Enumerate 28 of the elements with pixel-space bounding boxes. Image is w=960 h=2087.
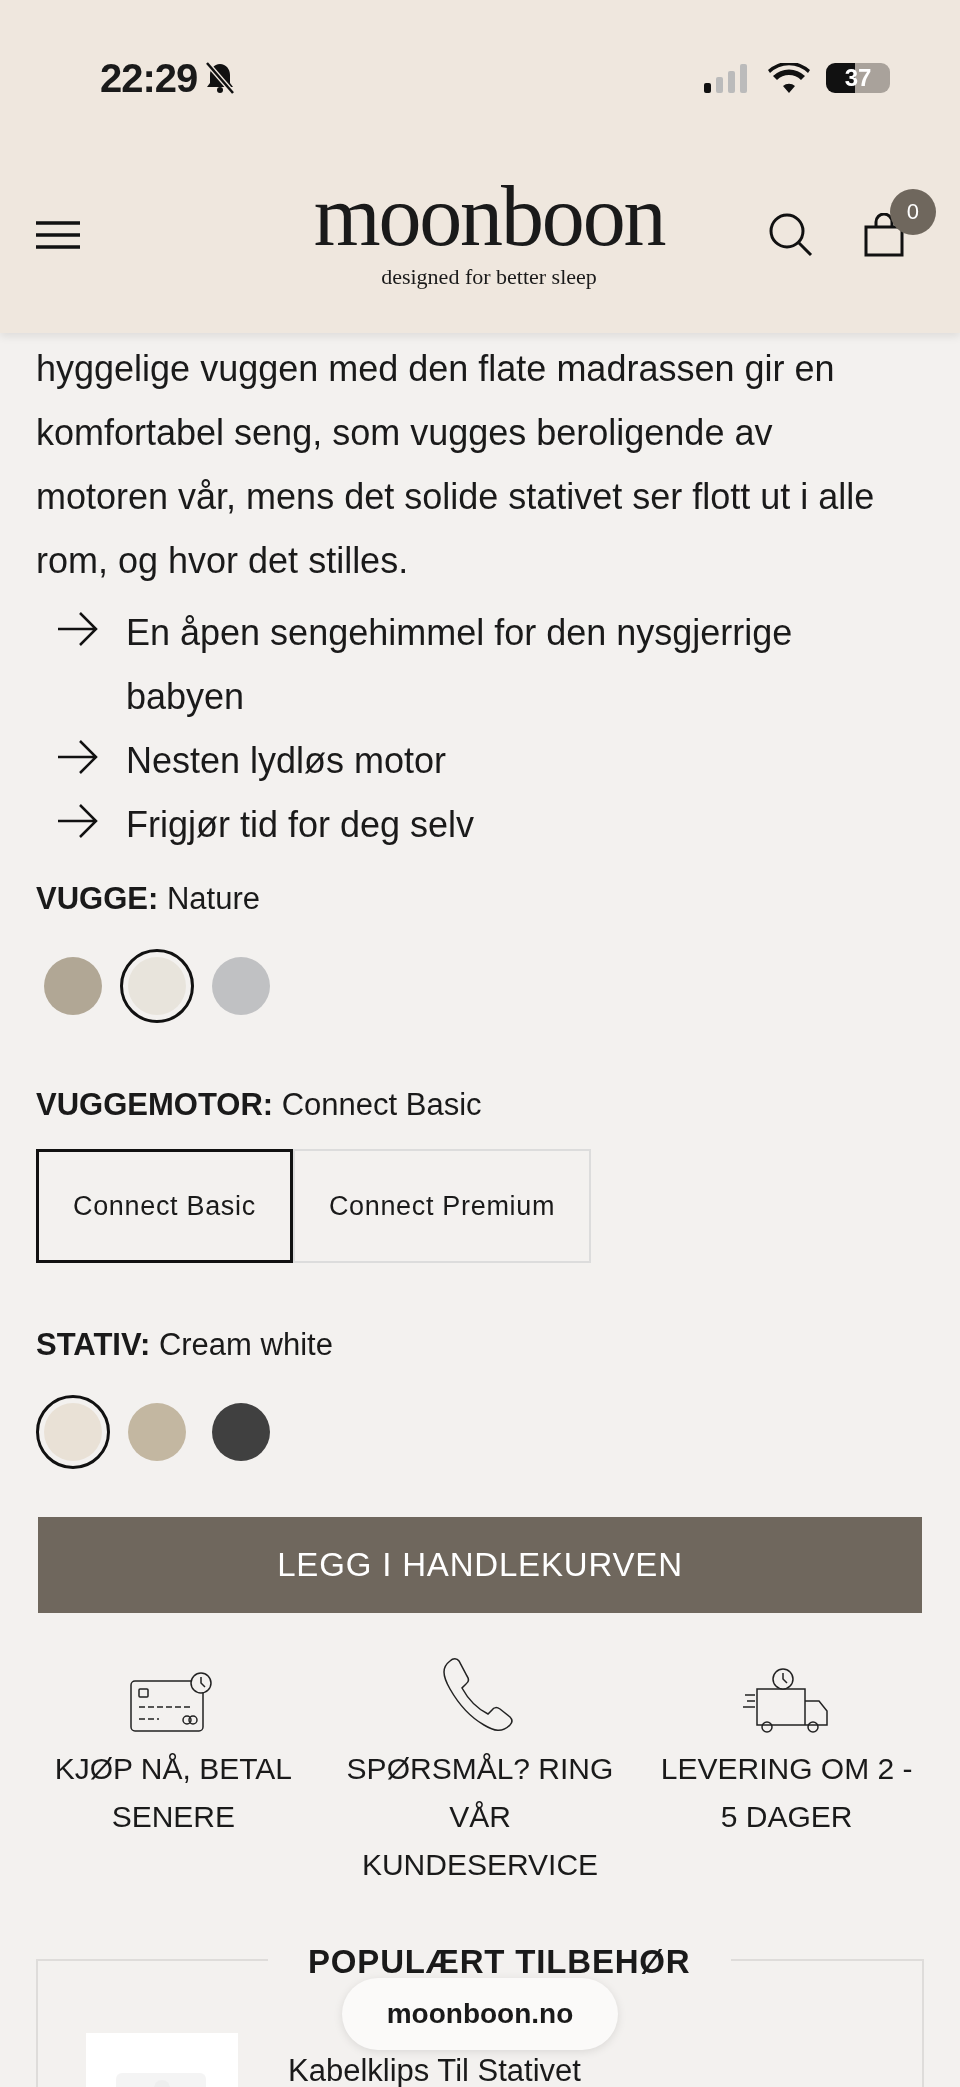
motor-option-button[interactable]: Connect Basic <box>36 1149 293 1263</box>
option-label: VUGGEMOTOR: Connect Basic <box>36 1086 483 1124</box>
search-icon[interactable] <box>768 211 814 258</box>
add-to-cart-button[interactable]: LEGG I HANDLEKURVEN <box>38 1517 922 1613</box>
description-text: komfortabel seng, som vugges beroligende av <box>36 411 774 455</box>
status-time: 22:29 <box>100 55 198 102</box>
perk-text: KJØP NÅ, BETAL SENERE <box>53 1751 293 1835</box>
color-swatch[interactable] <box>120 949 194 1023</box>
feature-text: Frigjør tid for deg selv <box>126 803 476 847</box>
menu-icon[interactable] <box>36 219 80 250</box>
option-label: VUGGE: Nature <box>36 880 261 918</box>
product-name[interactable]: Kabelklips Til Stativet <box>288 2055 581 2087</box>
description-text: motoren vår, mens det solide stativet ser flott ut i alle <box>36 475 876 519</box>
color-swatch[interactable] <box>36 1395 110 1469</box>
description-text: hyggelige vuggen med den flate madrassen gir en <box>36 347 836 391</box>
logo-tagline: designed for better sleep <box>381 263 597 291</box>
shopping-bag-icon[interactable] <box>864 212 904 257</box>
description-text: rom, og hvor det stilles. <box>36 539 410 583</box>
option-label: STATIV: Cream white <box>36 1326 334 1364</box>
perk-text: SPØRSMÅL? RING VÅR KUNDESERVICE <box>345 1751 615 1883</box>
motor-option-button[interactable]: Connect Premium <box>292 1149 592 1263</box>
cart-count-badge: 0 <box>890 188 936 235</box>
feature-text: En åpen sengehimmel for den nysgjerrige babyen <box>126 611 794 719</box>
wifi-icon <box>768 63 810 93</box>
perk-text: LEVERING OM 2 - 5 DAGER <box>659 1751 914 1835</box>
logo[interactable]: moonboon <box>313 176 665 256</box>
feature-text: Nesten lydløs motor <box>126 739 448 783</box>
url-bar[interactable]: moonboon.no <box>342 1978 618 2050</box>
